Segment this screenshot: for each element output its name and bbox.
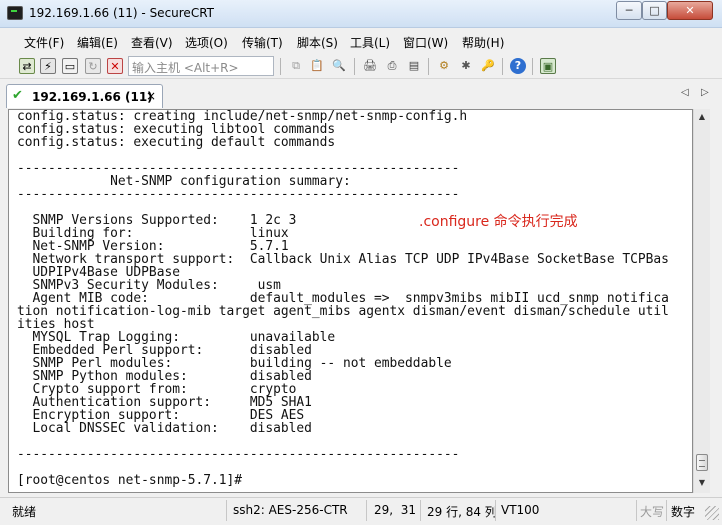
terminal-output[interactable]: config.status: creating include/net-snmp… (8, 109, 693, 493)
connected-check-icon: ✔ (12, 88, 23, 103)
status-separator (366, 500, 367, 521)
find-icon[interactable]: 🔍 (331, 58, 347, 74)
terminal-line: config.status: executing default command… (17, 135, 336, 150)
menu-transfer[interactable]: 传输(T) (242, 34, 283, 51)
tab-close-icon[interactable]: × (146, 89, 156, 103)
tab-prev-icon[interactable]: ◁ (681, 87, 689, 98)
toolbar-separator (428, 58, 429, 75)
menu-edit[interactable]: 编辑(E) (77, 34, 118, 51)
status-cursor-position: 29, 31 (374, 503, 416, 517)
close-button[interactable]: ✕ (667, 1, 713, 20)
print-icon[interactable]: ⎙ (384, 58, 400, 74)
securecrt-app-icon[interactable] (7, 6, 23, 20)
paste-icon[interactable]: 📋 (309, 58, 325, 74)
global-options-icon[interactable]: ✱ (458, 58, 474, 74)
scroll-down-icon[interactable]: ▼ (694, 475, 710, 491)
status-separator (226, 500, 227, 521)
menu-options[interactable]: 选项(O) (185, 34, 228, 51)
terminal-line: tion notification-log-mib target agent_m… (17, 304, 669, 319)
copy-icon[interactable]: ⧉ (288, 58, 304, 74)
menu-script[interactable]: 脚本(S) (297, 34, 338, 51)
menu-view[interactable]: 查看(V) (131, 34, 173, 51)
quick-connect-input[interactable]: 输入主机 <Alt+R> (128, 56, 274, 76)
connect-tab-icon[interactable]: ▭ (62, 58, 78, 74)
status-bar: 就绪 ssh2: AES-256-CTR 29, 31 29 行, 84 列 V… (0, 497, 722, 525)
toolbar-separator (280, 58, 281, 75)
keymap-icon[interactable]: 🔑 (480, 58, 496, 74)
print-setup-icon[interactable]: 🖨 (362, 58, 378, 74)
status-session: ssh2: AES-256-CTR (233, 503, 348, 517)
toolbar-separator (354, 58, 355, 75)
status-num-lock: 数字 (671, 505, 696, 519)
status-emulation: VT100 (501, 503, 540, 517)
configure-done-annotation: .configure 命令执行完成 (419, 214, 578, 230)
status-separator (495, 500, 496, 521)
tab-next-icon[interactable]: ▷ (701, 87, 709, 98)
help-icon[interactable]: ? (510, 58, 526, 74)
status-ready: 就绪 (12, 505, 37, 519)
menu-window[interactable]: 窗口(W) (403, 34, 448, 51)
session-tab[interactable]: ✔ 192.169.1.66 (11) × (6, 84, 163, 108)
menu-help[interactable]: 帮助(H) (462, 34, 504, 51)
terminal-line: ----------------------------------------… (17, 187, 460, 202)
terminal-scrollbar[interactable]: ▲ ▼ (693, 109, 710, 493)
menu-tools[interactable]: 工具(L) (350, 34, 390, 51)
toolbar: ⇄ ⚡ ▭ ↻ ✕ ⧉ 📋 🔍 🖨 ⎙ ▤ ⚙ ✱ 🔑 ? ▣ (0, 53, 722, 79)
script-icon[interactable]: ▣ (540, 58, 556, 74)
connect-icon[interactable]: ⇄ (19, 58, 35, 74)
terminal-prompt: [root@centos net-snmp-5.7.1]# (17, 473, 243, 488)
reconnect-icon[interactable]: ↻ (85, 58, 101, 74)
terminal-line: ----------------------------------------… (17, 447, 460, 462)
title-bar: 192.169.1.66 (11) - SecureCRT ─ □ ✕ (0, 0, 722, 28)
session-tab-label: 192.169.1.66 (11) (32, 90, 153, 104)
menu-file[interactable]: 文件(F) (24, 34, 64, 51)
print-screen-icon[interactable]: ▤ (406, 58, 422, 74)
session-tab-strip: ✔ 192.169.1.66 (11) × ◁ ▷ (0, 81, 722, 108)
toolbar-separator (532, 58, 533, 75)
disconnect-icon[interactable]: ✕ (107, 58, 123, 74)
status-separator (420, 500, 421, 521)
session-options-icon[interactable]: ⚙ (436, 58, 452, 74)
menu-bar: 文件(F) 编辑(E) 查看(V) 选项(O) 传输(T) 脚本(S) 工具(L… (0, 30, 722, 52)
scroll-thumb[interactable] (696, 454, 708, 471)
status-terminal-size: 29 行, 84 列 (427, 505, 497, 519)
resize-grip[interactable] (705, 506, 719, 520)
status-separator (666, 500, 667, 521)
maximize-button[interactable]: □ (642, 1, 667, 20)
window-title: 192.169.1.66 (11) - SecureCRT (29, 6, 214, 20)
minimize-button[interactable]: ─ (616, 1, 642, 20)
terminal-line: Local DNSSEC validation: disabled (17, 421, 312, 436)
toolbar-separator (502, 58, 503, 75)
status-separator (636, 500, 637, 521)
status-caps-lock: 大写 (640, 505, 665, 519)
quick-connect-icon[interactable]: ⚡ (40, 58, 56, 74)
scroll-up-icon[interactable]: ▲ (694, 109, 710, 125)
